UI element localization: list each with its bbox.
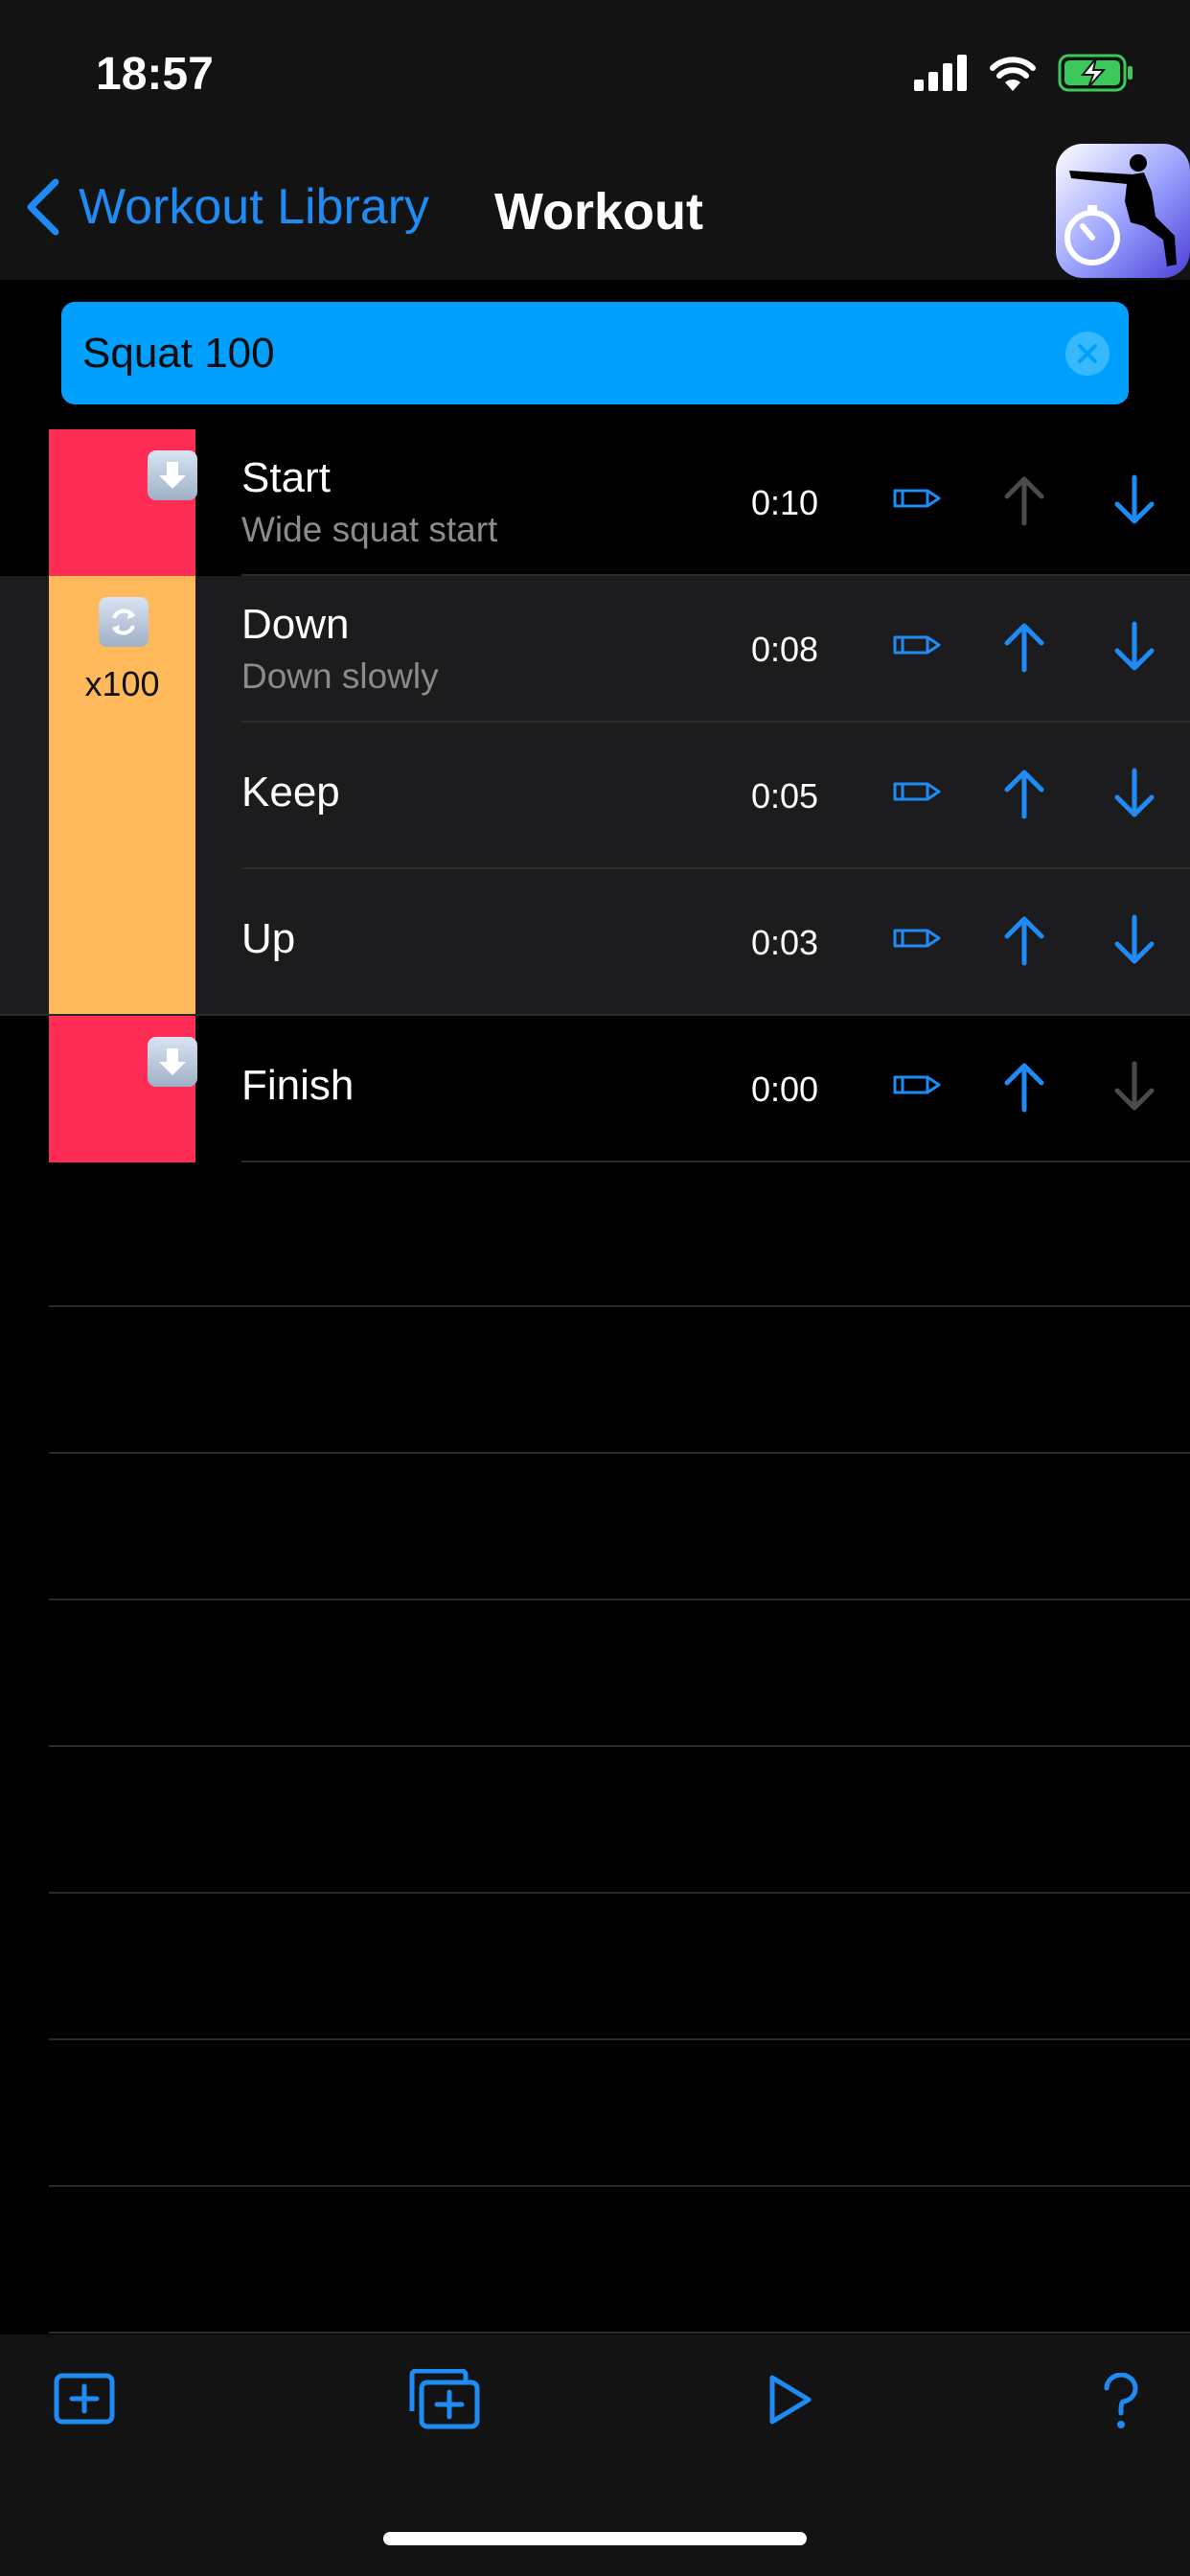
help-icon[interactable]: [1102, 2373, 1140, 2430]
step-name: Down: [241, 601, 350, 648]
edit-pencil-icon[interactable]: [889, 626, 943, 664]
add-step-icon[interactable]: [54, 2373, 117, 2426]
step-duration: 0:10: [751, 483, 819, 522]
workout-name-field[interactable]: Squat 100: [61, 302, 1129, 404]
move-down-arrow-icon[interactable]: [1111, 620, 1157, 674]
cellular-signal-icon: [914, 55, 967, 91]
add-group-icon[interactable]: [408, 2369, 481, 2430]
edit-pencil-icon[interactable]: [889, 772, 943, 811]
step-duration: 0:00: [751, 1070, 819, 1109]
app-logo-icon[interactable]: [1056, 144, 1190, 278]
step-duration: 0:08: [751, 630, 819, 669]
status-icons: [914, 54, 1134, 92]
edit-pencil-icon[interactable]: [889, 919, 943, 957]
step-duration: 0:05: [751, 776, 819, 816]
empty-row: [0, 1600, 1190, 1747]
navigation-bar: Workout Library Workout: [0, 144, 1190, 280]
workout-name-value: Squat 100: [82, 329, 275, 377]
single-step-marker: [49, 429, 197, 576]
battery-charging-icon: [1058, 54, 1133, 92]
clear-text-button[interactable]: [1065, 332, 1110, 376]
empty-row: [0, 1894, 1190, 2040]
empty-row: [0, 1747, 1190, 1894]
back-button-label: Workout Library: [79, 179, 430, 235]
move-up-arrow-icon[interactable]: [1001, 1060, 1047, 1114]
empty-row: [0, 2040, 1190, 2187]
step-name: Start: [241, 454, 331, 501]
page-title: Workout: [494, 183, 703, 241]
move-up-arrow-icon[interactable]: [1001, 913, 1047, 967]
move-down-arrow-icon[interactable]: [1111, 767, 1157, 820]
empty-list-area: [0, 1161, 1190, 2334]
empty-row: [0, 1307, 1190, 1454]
empty-row: [0, 1454, 1190, 1600]
arrow-down-badge-icon: [148, 1037, 197, 1087]
move-down-arrow-icon[interactable]: [1111, 1060, 1157, 1114]
list-item[interactable]: Up 0:03: [0, 869, 1190, 1016]
arrow-down-badge-icon: [148, 450, 197, 500]
edit-pencil-icon[interactable]: [889, 479, 943, 518]
step-name: Up: [241, 915, 296, 962]
play-icon[interactable]: [767, 2373, 814, 2426]
move-up-arrow-icon[interactable]: [1001, 473, 1047, 527]
move-down-arrow-icon[interactable]: [1111, 473, 1157, 527]
single-step-marker: [49, 1016, 197, 1162]
chevron-left-icon: [27, 178, 59, 236]
step-description: Wide squat start: [241, 510, 498, 549]
status-bar: 18:57: [0, 0, 1190, 144]
workout-steps-list: Start Wide squat start 0:10 x100 Down Do…: [0, 429, 1190, 1162]
move-up-arrow-icon[interactable]: [1001, 620, 1047, 674]
wifi-icon: [990, 57, 1036, 91]
step-name: Keep: [241, 769, 340, 816]
edit-pencil-icon[interactable]: [889, 1066, 943, 1104]
home-indicator: [383, 2532, 807, 2545]
row-divider: [49, 2332, 1190, 2334]
close-icon: [1078, 344, 1097, 363]
move-up-arrow-icon[interactable]: [1001, 767, 1047, 820]
empty-row: [0, 2187, 1190, 2334]
back-button[interactable]: Workout Library: [25, 178, 429, 236]
status-time: 18:57: [96, 49, 214, 100]
step-description: Down slowly: [241, 656, 439, 696]
repeat-group: x100 Down Down slowly 0:08 Keep 0:05 Up …: [0, 576, 1190, 1016]
list-item[interactable]: Finish 0:00: [0, 1016, 1190, 1162]
step-name: Finish: [241, 1062, 355, 1109]
step-duration: 0:03: [751, 923, 819, 962]
list-item[interactable]: Down Down slowly 0:08: [0, 576, 1190, 723]
empty-row: [0, 1161, 1190, 1307]
move-down-arrow-icon[interactable]: [1111, 913, 1157, 967]
list-item[interactable]: Keep 0:05: [0, 723, 1190, 869]
list-item[interactable]: Start Wide squat start 0:10: [0, 429, 1190, 576]
